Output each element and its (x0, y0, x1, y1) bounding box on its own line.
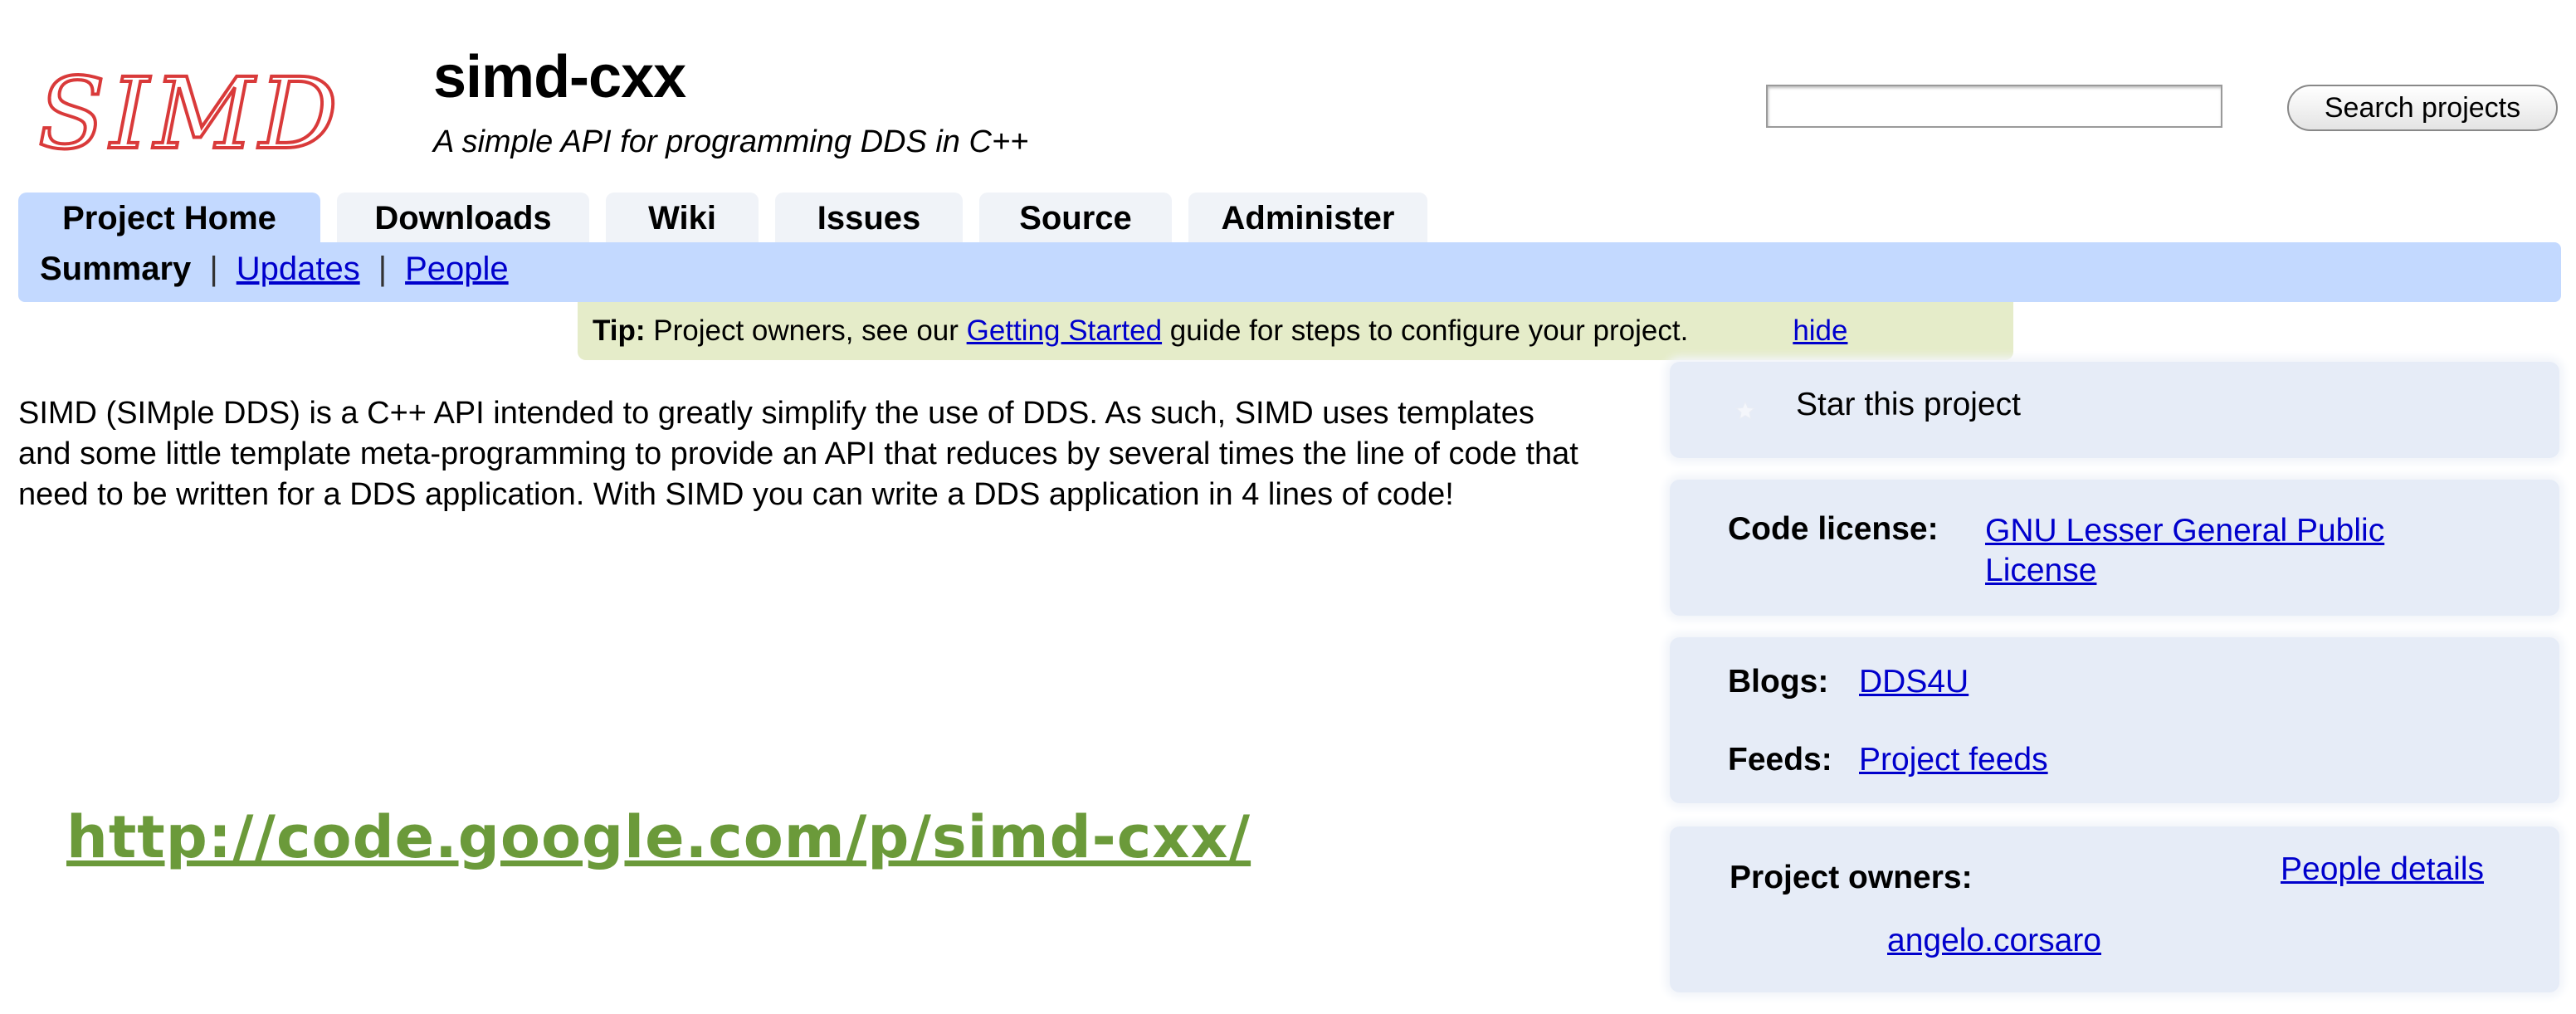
simd-logo[interactable]: SIMD (33, 50, 398, 183)
simd-logo-graphic: SIMD (37, 55, 343, 173)
subnav-people-link[interactable]: People (405, 251, 509, 288)
tab-administer[interactable]: Administer (1188, 193, 1427, 244)
tip-banner: Tip: Project owners, see our Getting Sta… (578, 302, 2013, 360)
blogs-link[interactable]: DDS4U (1859, 664, 1969, 700)
tab-wiki[interactable]: Wiki (606, 193, 759, 244)
star-icon[interactable] (1734, 393, 1756, 420)
tip-hide-link[interactable]: hide (1793, 314, 1847, 348)
subnav: Summary | Updates | People (40, 251, 509, 288)
subnav-summary: Summary (40, 251, 192, 287)
tip-text-before: Project owners, see our (645, 314, 967, 347)
code-license-link[interactable]: GNU Lesser General Public License (1985, 511, 2384, 591)
project-url-caption: http://code.google.com/p/simd-cxx/ (66, 803, 1251, 871)
owner-link[interactable]: angelo.corsaro (1887, 923, 2101, 959)
blogs-feeds-box: Blogs: DDS4U Feeds: Project feeds (1670, 637, 2559, 803)
subnav-separator: | (378, 251, 388, 287)
project-owners-box: Project owners: People details angelo.co… (1670, 826, 2559, 992)
star-project-box: Star this project (1670, 362, 2559, 458)
project-owners-label: Project owners: (1730, 860, 1973, 895)
code-license-label: Code license: (1728, 511, 1939, 547)
getting-started-link[interactable]: Getting Started (967, 314, 1162, 348)
people-details-link[interactable]: People details (2281, 851, 2484, 888)
blogs-label: Blogs: (1728, 664, 1829, 700)
tab-project-home[interactable]: Project Home (18, 193, 320, 244)
tip-text-after: guide for steps to configure your projec… (1162, 314, 1689, 347)
subnav-updates-link[interactable]: Updates (237, 251, 360, 288)
tip-prefix: Tip: (593, 314, 646, 347)
subnav-separator: | (209, 251, 218, 287)
project-description: SIMD (SIMple DDS) is a C++ API intended … (18, 396, 1578, 512)
tab-issues[interactable]: Issues (775, 193, 963, 244)
project-name[interactable]: simd-cxx (433, 43, 686, 111)
logo-text: SIMD (38, 56, 343, 171)
project-summary: A simple API for programming DDS in C++ (433, 124, 1029, 159)
feeds-label: Feeds: (1728, 742, 1832, 778)
search-input[interactable] (1766, 85, 2222, 128)
code-license-line1: GNU Lesser General Public (1985, 513, 2385, 548)
code-license-line2: License (1985, 553, 2097, 588)
star-project-label[interactable]: Star this project (1796, 387, 2021, 423)
tab-downloads[interactable]: Downloads (337, 193, 589, 244)
code-license-box: Code license: GNU Lesser General Public … (1670, 480, 2559, 616)
tab-source[interactable]: Source (979, 193, 1172, 244)
search-projects-button[interactable]: Search projects (2287, 85, 2558, 131)
project-feeds-link[interactable]: Project feeds (1859, 742, 2048, 778)
